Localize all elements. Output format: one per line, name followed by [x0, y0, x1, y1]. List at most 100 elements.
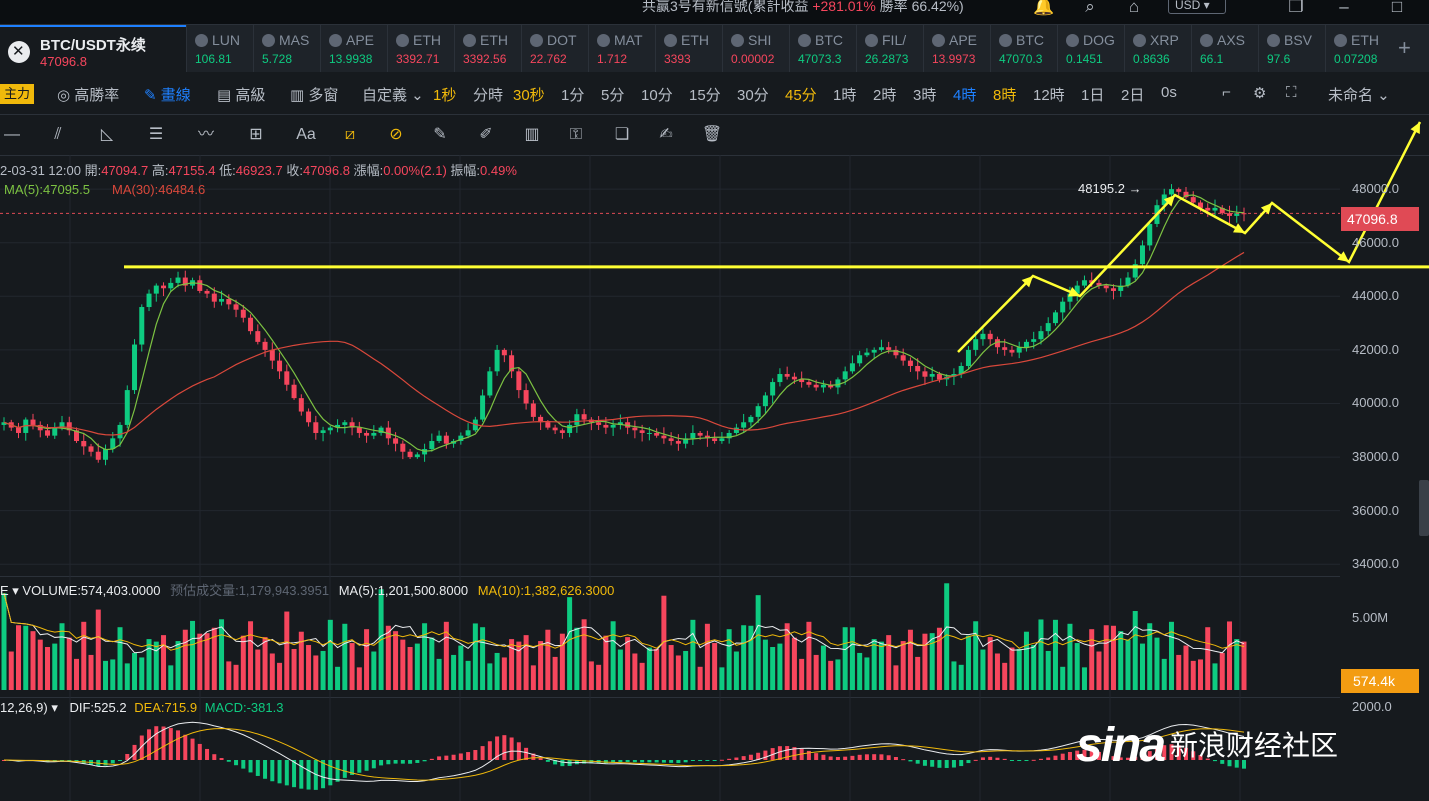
- volume-bar: [487, 663, 493, 690]
- volume-bar: [291, 648, 297, 690]
- volume-bar: [762, 639, 768, 690]
- macd-histogram-bar: [292, 760, 297, 788]
- volume-bar: [255, 649, 261, 690]
- macd-histogram-bar: [727, 758, 732, 760]
- volume-bar: [407, 647, 413, 690]
- ohlc-info: 2-03-31 12:00 開:47094.7 高:47155.4 低:4692…: [0, 163, 517, 178]
- macd-histogram-bar: [944, 760, 949, 768]
- volume-bar: [784, 623, 790, 690]
- candlestick-chart[interactable]: [0, 0, 1429, 801]
- candle-body: [762, 395, 768, 407]
- macd-histogram-bar: [632, 760, 637, 763]
- macd-histogram-bar: [154, 726, 159, 760]
- macd-histogram-bar: [719, 759, 724, 761]
- macd-histogram-bar: [676, 760, 681, 764]
- candle-body: [741, 422, 747, 428]
- candle-body: [733, 427, 739, 433]
- macd-histogram-bar: [763, 750, 768, 760]
- candle-body: [581, 414, 587, 420]
- candle-body: [45, 430, 51, 436]
- macd-histogram-bar: [364, 760, 369, 771]
- candle-body: [820, 384, 826, 388]
- candle-body: [248, 317, 254, 332]
- volume-bar: [262, 637, 268, 690]
- candle-body: [277, 360, 283, 372]
- macd-histogram-bar: [480, 746, 485, 760]
- candle-body: [907, 360, 913, 366]
- macd-histogram-bar: [415, 760, 420, 763]
- volume-bar: [1110, 625, 1116, 690]
- volume-bar: [588, 661, 594, 690]
- macd-histogram-bar: [466, 752, 471, 760]
- candle-body: [480, 395, 486, 420]
- candle-body: [30, 419, 36, 425]
- candle-body: [16, 427, 22, 433]
- volume-bar: [915, 656, 921, 690]
- price-axis-label: 42000.0: [1352, 341, 1399, 357]
- macd-histogram-bar: [408, 760, 413, 764]
- volume-bar: [327, 619, 333, 690]
- candle-body: [1103, 285, 1109, 289]
- macd-histogram-bar: [1053, 755, 1058, 760]
- candle-body: [1139, 245, 1145, 265]
- last-price-tag: 47096.8: [1341, 207, 1419, 231]
- candle-body: [813, 384, 819, 388]
- volume-bar: [1147, 623, 1153, 690]
- volume-bar: [1060, 666, 1066, 690]
- macd-header: 12,26,9) ▾ DIF:525.2 DEA:715.9 MACD:-381…: [0, 700, 284, 715]
- macd-histogram-bar: [857, 754, 862, 760]
- candle-body: [1023, 341, 1029, 348]
- macd-histogram-bar: [103, 760, 108, 766]
- macd-histogram-bar: [683, 760, 688, 763]
- volume-bar: [52, 643, 58, 690]
- candle-body: [226, 298, 232, 305]
- volume-bar: [683, 650, 689, 690]
- volume-bar: [393, 631, 399, 690]
- macd-histogram-bar: [197, 743, 202, 760]
- price-axis-label: 34000.0: [1352, 556, 1399, 572]
- macd-histogram-bar: [190, 738, 195, 760]
- candle-body: [1052, 312, 1058, 324]
- volume-bar: [545, 629, 551, 690]
- macd-axis-label: 2000.0: [1352, 699, 1392, 714]
- macd-histogram-bar: [538, 758, 543, 760]
- volume-bar: [516, 641, 522, 690]
- macd-histogram-bar: [698, 760, 703, 761]
- volume-bar: [1219, 652, 1225, 690]
- volume-bar: [1212, 663, 1218, 690]
- volume-bar: [1081, 667, 1087, 690]
- volume-bar: [733, 651, 739, 690]
- candle-body: [1190, 197, 1196, 203]
- candle-body: [95, 451, 101, 460]
- macd-histogram-bar: [901, 759, 906, 761]
- volume-bar: [139, 657, 145, 690]
- macd-histogram-bar: [118, 760, 123, 761]
- candle-body: [320, 430, 326, 433]
- candle-body: [1045, 323, 1051, 332]
- volume-bar: [668, 645, 674, 690]
- volume-bar: [1205, 627, 1211, 690]
- volume-bar: [429, 637, 435, 690]
- candle-body: [777, 374, 783, 383]
- candle-body: [146, 293, 152, 308]
- candle-body: [849, 363, 855, 372]
- macd-histogram-bar: [335, 760, 340, 782]
- volume-bar: [124, 663, 130, 690]
- volume-bar: [791, 637, 797, 690]
- candle-body: [567, 424, 573, 433]
- macd-histogram-bar: [342, 760, 347, 778]
- candle-body: [197, 280, 203, 291]
- volume-bar: [23, 625, 29, 690]
- candle-body: [697, 432, 703, 436]
- candle-body: [987, 333, 993, 340]
- volume-bar: [958, 664, 964, 690]
- macd-histogram-bar: [647, 760, 652, 763]
- ma30-line: [3, 251, 1245, 436]
- scroll-handle[interactable]: [1419, 480, 1429, 536]
- volume-bar: [349, 643, 355, 690]
- volume-bar: [741, 625, 747, 690]
- candle-body: [1176, 189, 1182, 192]
- candle-body: [429, 441, 435, 450]
- candle-body: [596, 422, 602, 425]
- volume-ma5-line: [3, 593, 1245, 654]
